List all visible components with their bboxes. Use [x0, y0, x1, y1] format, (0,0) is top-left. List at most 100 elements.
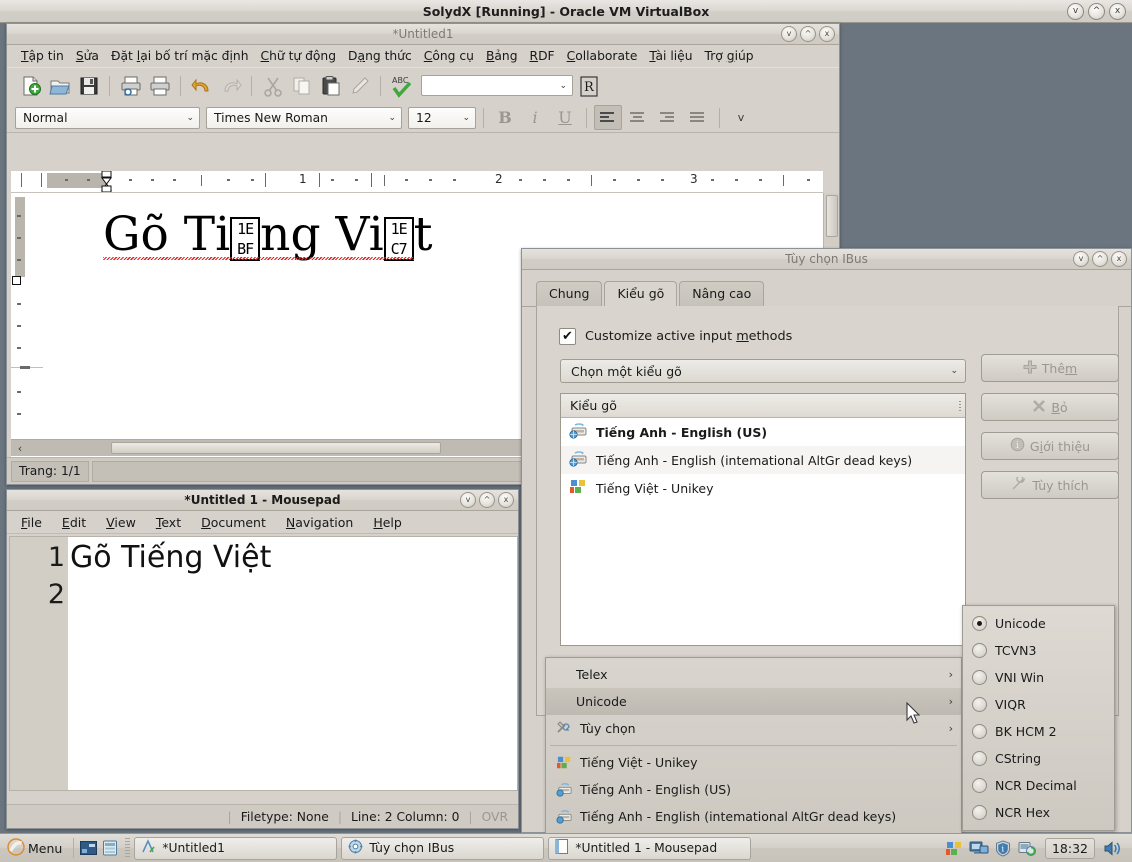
submenu-item-vni-win[interactable]: VNI Win — [963, 664, 1114, 691]
align-justify-button[interactable] — [684, 105, 712, 130]
ibus-maximize-button[interactable]: ^ — [1092, 251, 1108, 267]
submenu-item-tcvn3[interactable]: TCVN3 — [963, 637, 1114, 664]
menu-collaborate[interactable]: Collaborate — [561, 47, 644, 65]
mp-menu-help[interactable]: Help — [373, 515, 402, 530]
ctx-item-tieng-viet-unikey[interactable]: Tiếng Việt - Unikey — [546, 749, 961, 776]
ctx-item-unicode[interactable]: Unicode › — [546, 688, 961, 715]
vbox-minimize-button[interactable]: v — [1067, 3, 1084, 20]
menu-sua[interactable]: Sửa — [70, 47, 105, 65]
scrollbar-thumb[interactable] — [111, 442, 441, 454]
input-methods-list[interactable]: Kiểu gõ Tiếng Anh - English (US) Tiếng A… — [560, 393, 966, 646]
add-button[interactable]: Thêm — [981, 354, 1119, 382]
updates-icon[interactable] — [1017, 838, 1037, 858]
menu-tai-lieu[interactable]: Tài liệu — [643, 47, 698, 65]
menu-dang-thuc[interactable]: Dạng thức — [342, 47, 418, 65]
menu-rdf[interactable]: RDF — [524, 47, 561, 65]
radio-icon[interactable] — [972, 697, 987, 712]
about-button[interactable]: i Giới thiệu — [981, 432, 1119, 460]
print-icon[interactable] — [146, 72, 173, 99]
radio-icon[interactable] — [972, 616, 987, 631]
scrollbar-thumb[interactable] — [826, 195, 838, 237]
paragraph-style-combo[interactable]: Normal ⌄ — [15, 106, 200, 129]
ibus-minimize-button[interactable]: v — [1073, 251, 1089, 267]
toolbar-overflow-button[interactable]: v — [727, 105, 755, 130]
vbox-close-button[interactable]: x — [1109, 3, 1126, 20]
mousepad-maximize-button[interactable]: ^ — [479, 492, 495, 508]
ctx-item-english-altgr[interactable]: Tiếng Anh - English (intemational AltGr … — [546, 803, 961, 830]
customize-input-methods-checkbox-row[interactable]: ✔ Customize active input methods — [559, 328, 1118, 345]
mp-menu-edit[interactable]: Edit — [62, 515, 86, 530]
align-right-button[interactable] — [654, 105, 682, 130]
save-icon[interactable] — [75, 72, 102, 99]
submenu-item-unicode[interactable]: Unicode — [963, 610, 1114, 637]
submenu-item-viqr[interactable]: VIQR — [963, 691, 1114, 718]
ctx-item-english-us[interactable]: Tiếng Anh - English (US) — [546, 776, 961, 803]
mp-menu-view[interactable]: View — [106, 515, 136, 530]
horizontal-ruler[interactable]: 1 2 3 — [11, 171, 823, 193]
input-method-select[interactable]: Chọn một kiểu gõ ⌄ — [560, 359, 966, 383]
list-item[interactable]: Tiếng Việt - Unikey — [561, 474, 965, 502]
radio-icon[interactable] — [972, 724, 987, 739]
network-icon[interactable] — [969, 838, 989, 858]
open-folder-icon[interactable] — [46, 72, 73, 99]
tab-kieu-go[interactable]: Kiểu gõ — [604, 281, 678, 307]
mousepad-minimize-button[interactable]: v — [460, 492, 476, 508]
menu-tro-giup[interactable]: Trợ giúp — [699, 47, 760, 65]
underline-button[interactable]: U — [551, 105, 579, 130]
mp-menu-navigation[interactable]: Navigation — [286, 515, 353, 530]
align-left-button[interactable] — [594, 105, 622, 130]
start-menu-button[interactable]: Menu — [3, 837, 70, 859]
mp-menu-file[interactable]: File — [21, 515, 42, 530]
vbox-maximize-button[interactable]: ^ — [1088, 3, 1105, 20]
align-center-button[interactable] — [624, 105, 652, 130]
mousepad-editor[interactable]: 12 Gõ Tiếng Việt — [9, 536, 518, 791]
tab-nang-cao[interactable]: Nâng cao — [679, 281, 765, 307]
margin-handle-icon[interactable] — [12, 276, 21, 285]
preferences-button[interactable]: Tùy thích — [981, 471, 1119, 499]
submenu-item-bk-hcm-2[interactable]: BK HCM 2 — [963, 718, 1114, 745]
mp-menu-document[interactable]: Document — [201, 515, 266, 530]
font-size-combo[interactable]: 12 ⌄ — [408, 106, 476, 129]
paste-icon[interactable] — [317, 72, 344, 99]
vertical-ruler[interactable] — [11, 193, 43, 458]
volume-icon[interactable] — [1103, 838, 1123, 858]
radio-icon[interactable] — [972, 670, 987, 685]
writer-minimize-button[interactable]: v — [781, 26, 797, 42]
print-preview-icon[interactable] — [117, 72, 144, 99]
task-button-ibus[interactable]: Tùy chọn IBus — [341, 836, 545, 860]
menu-cong-cu[interactable]: Công cụ — [418, 47, 480, 65]
mp-menu-text[interactable]: Text — [156, 515, 181, 530]
task-button-writer[interactable]: *Untitled1 — [134, 836, 338, 860]
list-item[interactable]: Tiếng Anh - English (US) — [561, 418, 965, 446]
submenu-item-cstring[interactable]: CString — [963, 745, 1114, 772]
submenu-item-ncr-decimal[interactable]: NCR Decimal — [963, 772, 1114, 799]
show-desktop-icon[interactable] — [77, 837, 99, 859]
undo-icon[interactable] — [188, 72, 215, 99]
writer-maximize-button[interactable]: ^ — [800, 26, 816, 42]
radio-icon[interactable] — [972, 778, 987, 793]
rdf-button[interactable]: R — [575, 72, 602, 99]
submenu-item-ncr-hex[interactable]: NCR Hex — [963, 799, 1114, 826]
ibus-close-button[interactable]: x — [1111, 251, 1127, 267]
mousepad-close-button[interactable]: x — [498, 492, 514, 508]
toolbar-combo[interactable]: ⌄ — [421, 75, 573, 96]
remove-button[interactable]: Bỏ — [981, 393, 1119, 421]
menu-tap-tin[interactable]: Tập tin — [15, 47, 70, 65]
new-document-icon[interactable] — [17, 72, 44, 99]
list-item[interactable]: Tiếng Anh - English (intemational AltGr … — [561, 446, 965, 474]
customize-checkbox[interactable]: ✔ — [559, 328, 576, 345]
scroll-left-icon[interactable]: ‹ — [11, 442, 29, 455]
radio-icon[interactable] — [972, 805, 987, 820]
shield-icon[interactable]: i — [993, 838, 1013, 858]
ctx-item-telex[interactable]: Telex › — [546, 661, 961, 688]
bold-button[interactable]: B — [491, 105, 519, 130]
menu-bang[interactable]: Bảng — [480, 47, 524, 65]
unikey-tray-icon[interactable] — [945, 838, 965, 858]
radio-icon[interactable] — [972, 643, 987, 658]
clock[interactable]: 18:32 — [1044, 837, 1095, 859]
taskbar-grip[interactable] — [125, 838, 131, 858]
mousepad-content[interactable]: Gõ Tiếng Việt — [68, 537, 517, 790]
radio-icon[interactable] — [972, 751, 987, 766]
tab-chung[interactable]: Chung — [536, 281, 603, 307]
italic-button[interactable]: i — [521, 105, 549, 130]
